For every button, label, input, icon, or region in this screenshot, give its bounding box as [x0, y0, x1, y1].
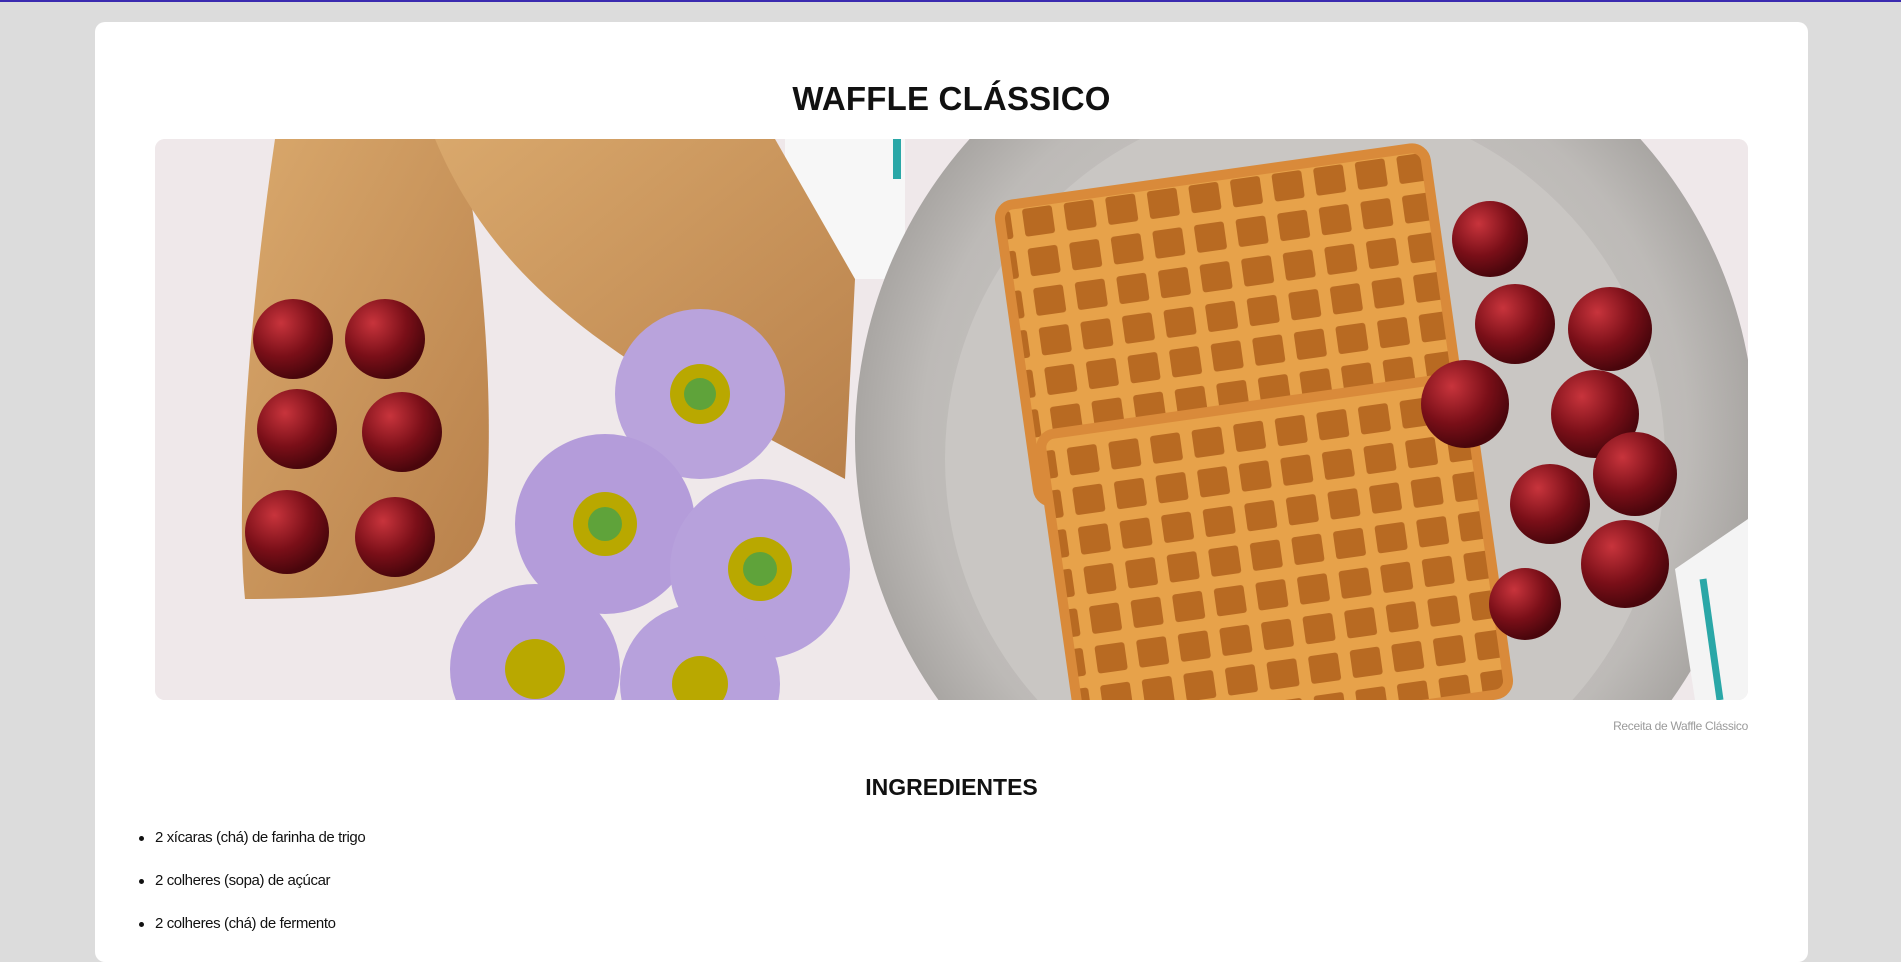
ingredients-heading: INGREDIENTES: [865, 774, 1038, 800]
hero-image-caption: Receita de Waffle Clássico: [1613, 719, 1748, 733]
recipe-card: WAFFLE CLÁSSICO Receita de Waffle Clássi…: [95, 22, 1808, 962]
top-accent-line: [0, 0, 1901, 2]
list-item: 2 xícaras (chá) de farinha de trigo: [138, 829, 366, 872]
list-item: 2 colheres (sopa) de açúcar: [138, 872, 365, 915]
waffle-photo-illustration: [155, 139, 1748, 700]
list-item: 2 colheres (chá) de fermento: [138, 915, 365, 958]
recipe-title: WAFFLE CLÁSSICO: [792, 80, 1111, 117]
recipe-hero-image: [155, 139, 1748, 700]
